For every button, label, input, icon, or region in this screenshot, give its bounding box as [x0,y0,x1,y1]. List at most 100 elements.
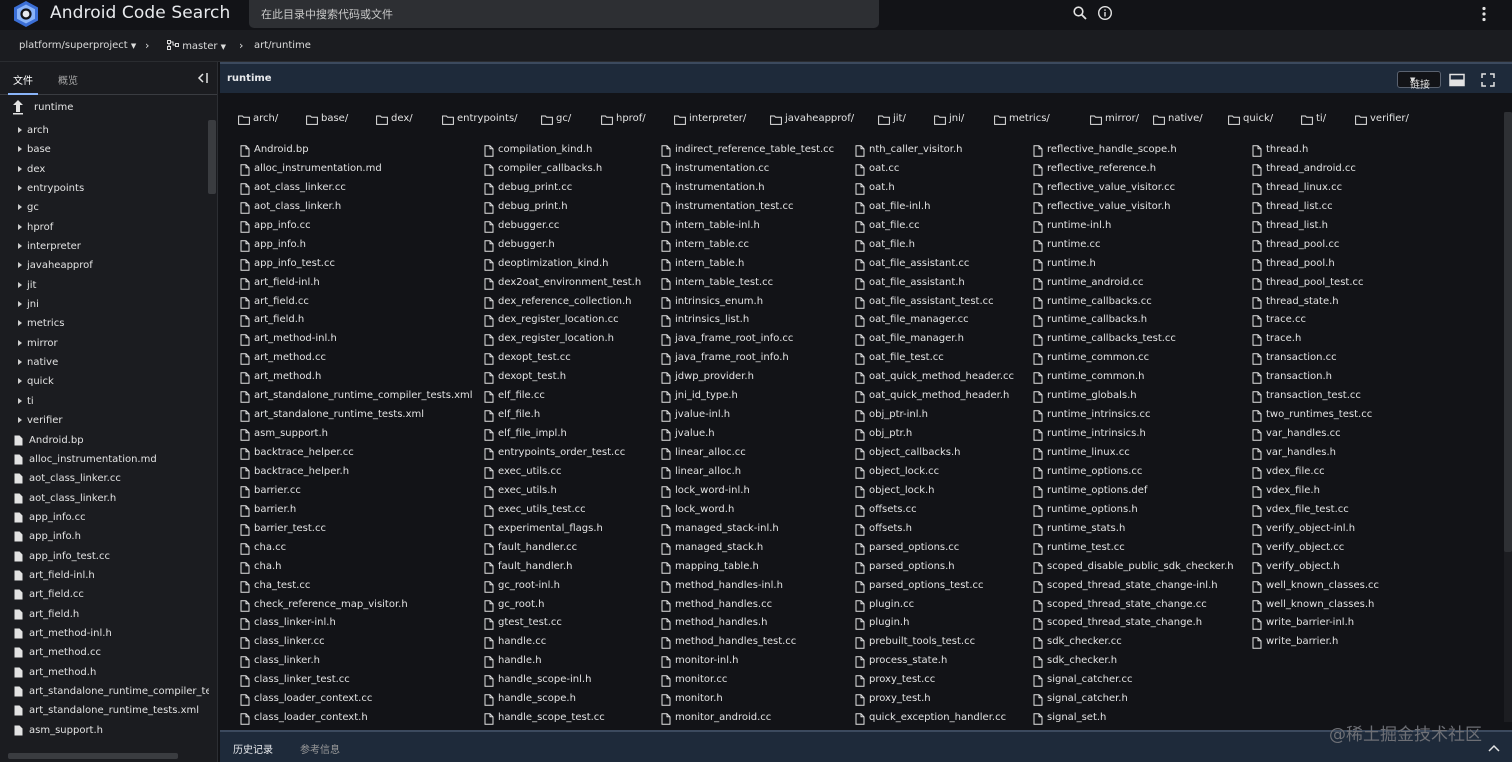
expand-arrow-icon[interactable] [18,223,22,230]
expand-arrow-icon[interactable] [18,146,22,153]
file-label: reflective_reference.h [1047,162,1157,174]
tab-overview[interactable]: 概览 [58,72,78,87]
file-icon [661,202,671,214]
sidebar-file-item[interactable]: Android.bp [0,432,210,451]
file-icon [14,667,23,678]
file-label: method_handles_test.cc [675,636,797,648]
sidebar-file-item[interactable]: art_field.cc [0,586,210,605]
file-icon [661,334,671,347]
file-label: dex_register_location.h [498,333,615,345]
sidebar-folder-item[interactable]: metrics [0,315,210,334]
tab-references[interactable]: 参考信息 [300,741,340,756]
search-box[interactable] [249,0,1113,28]
file-icon [1033,637,1043,650]
file-label: runtime-inl.h [1047,219,1112,231]
file-label: lock_word.h [675,503,735,515]
expand-arrow-icon[interactable] [18,301,22,308]
file-icon [661,599,671,612]
sidebar-folder-item[interactable]: interpreter [0,238,210,257]
collapse-sidebar-icon[interactable] [196,72,210,84]
file-label: transaction.cc [1266,352,1337,364]
file-label: runtime.cc [1047,238,1101,250]
sidebar-file-item[interactable]: alloc_instrumentation.md [0,451,210,470]
sidebar-file-item[interactable]: art_method-inl.h [0,625,210,644]
file-icon [14,512,23,523]
sidebar-file-item[interactable]: asm_support.h [0,722,210,741]
search-icon[interactable] [1072,5,1088,21]
tab-files[interactable]: 文件 [13,72,33,87]
sidebar-file-item[interactable]: app_info.cc [0,509,210,528]
expand-arrow-icon[interactable] [18,320,22,327]
expand-panel-icon[interactable] [1488,744,1500,752]
sidebar-file-item[interactable]: art_standalone_runtime_tests.xml [0,702,210,721]
sidebar-folder-item[interactable]: native [0,354,210,373]
sidebar-folder-item[interactable]: gc [0,199,210,218]
sidebar-folder-item[interactable]: ti [0,393,210,412]
expand-arrow-icon[interactable] [18,417,22,424]
link-dropdown-button[interactable]: 链接 ▼ [1397,71,1441,91]
search-input[interactable] [261,6,801,22]
sidebar-file-item[interactable]: aot_class_linker.h [0,490,210,509]
sidebar-scrollbar[interactable] [208,120,216,194]
file-icon [661,561,671,574]
sidebar-file-item[interactable]: app_info_test.cc [0,548,210,567]
sidebar-file-item[interactable]: aot_class_linker.cc [0,470,210,489]
sidebar-folder-item[interactable]: javaheapprof [0,257,210,276]
file-label: quick_exception_handler.cc [869,712,1007,724]
layout-toggle-icon[interactable] [1449,73,1465,87]
fullscreen-icon[interactable] [1481,73,1495,87]
tab-history[interactable]: 历史记录 [233,741,273,756]
file-icon [855,183,865,195]
sidebar-folder-item[interactable]: entrypoints [0,180,210,199]
expand-arrow-icon[interactable] [18,262,22,269]
file-label: trace.cc [1266,314,1306,326]
file-icon [240,221,250,233]
expand-arrow-icon[interactable] [18,127,22,133]
subdirectory-label: verifier/ [1370,113,1409,124]
sidebar-folder-item[interactable]: quick [0,373,210,392]
sidebar-file-item[interactable]: art_standalone_runtime_compiler_test [0,683,210,702]
expand-arrow-icon[interactable] [18,378,22,385]
sidebar-folder-item[interactable]: mirror [0,335,210,354]
app-title[interactable]: Android Code Search [50,3,230,23]
file-label: compilation_kind.h [498,144,593,155]
expand-arrow-icon[interactable] [18,359,22,366]
expand-arrow-icon[interactable] [18,281,22,288]
sidebar-folder-item[interactable]: arch [0,122,210,141]
sidebar-folder-item[interactable]: hprof [0,219,210,238]
sidebar-file-item[interactable]: art_method.cc [0,644,210,663]
breadcrumb-path[interactable]: art/runtime [254,40,311,51]
expand-arrow-icon[interactable] [18,185,22,192]
sidebar-file-item[interactable]: art_field-inl.h [0,567,210,586]
sidebar-folder-item[interactable]: dex [0,161,210,180]
directory-view: runtime 链接 ▼ arch/base/dex/entrypoints/g… [220,62,1512,762]
expand-arrow-icon[interactable] [18,397,22,404]
info-icon[interactable] [1097,5,1113,21]
project-selector[interactable]: platform/superproject ▼ [19,40,136,51]
more-vert-icon[interactable] [1478,5,1490,23]
sidebar-file-label: asm_support.h [29,724,103,736]
file-icon [855,410,865,422]
sidebar-file-item[interactable]: art_field.h [0,606,210,625]
sidebar-folder-item[interactable]: verifier [0,412,210,431]
file-label: intern_table_test.cc [675,276,774,288]
file-label: thread_list.h [1266,219,1328,231]
android-code-search-logo-icon[interactable] [10,0,42,28]
branch-selector[interactable]: master ▼ [167,40,226,52]
expand-arrow-icon[interactable] [18,165,22,172]
sidebar-horizontal-scrollbar[interactable] [8,753,178,759]
file-icon [661,694,671,706]
sidebar-folder-item[interactable]: jit [0,277,210,296]
folder-icon [442,115,454,125]
file-label: class_loader_context.h [254,712,368,724]
file-label: cha.h [254,560,282,572]
expand-arrow-icon[interactable] [18,243,22,250]
expand-arrow-icon[interactable] [18,204,22,211]
sidebar-folder-item[interactable]: base [0,141,210,160]
sidebar-folder-item[interactable]: jni [0,296,210,315]
file-icon [484,334,494,347]
sidebar-file-item[interactable]: app_info.h [0,528,210,547]
expand-arrow-icon[interactable] [18,339,22,346]
main-scrollbar[interactable] [1504,112,1512,552]
sidebar-file-item[interactable]: art_method.h [0,664,210,683]
